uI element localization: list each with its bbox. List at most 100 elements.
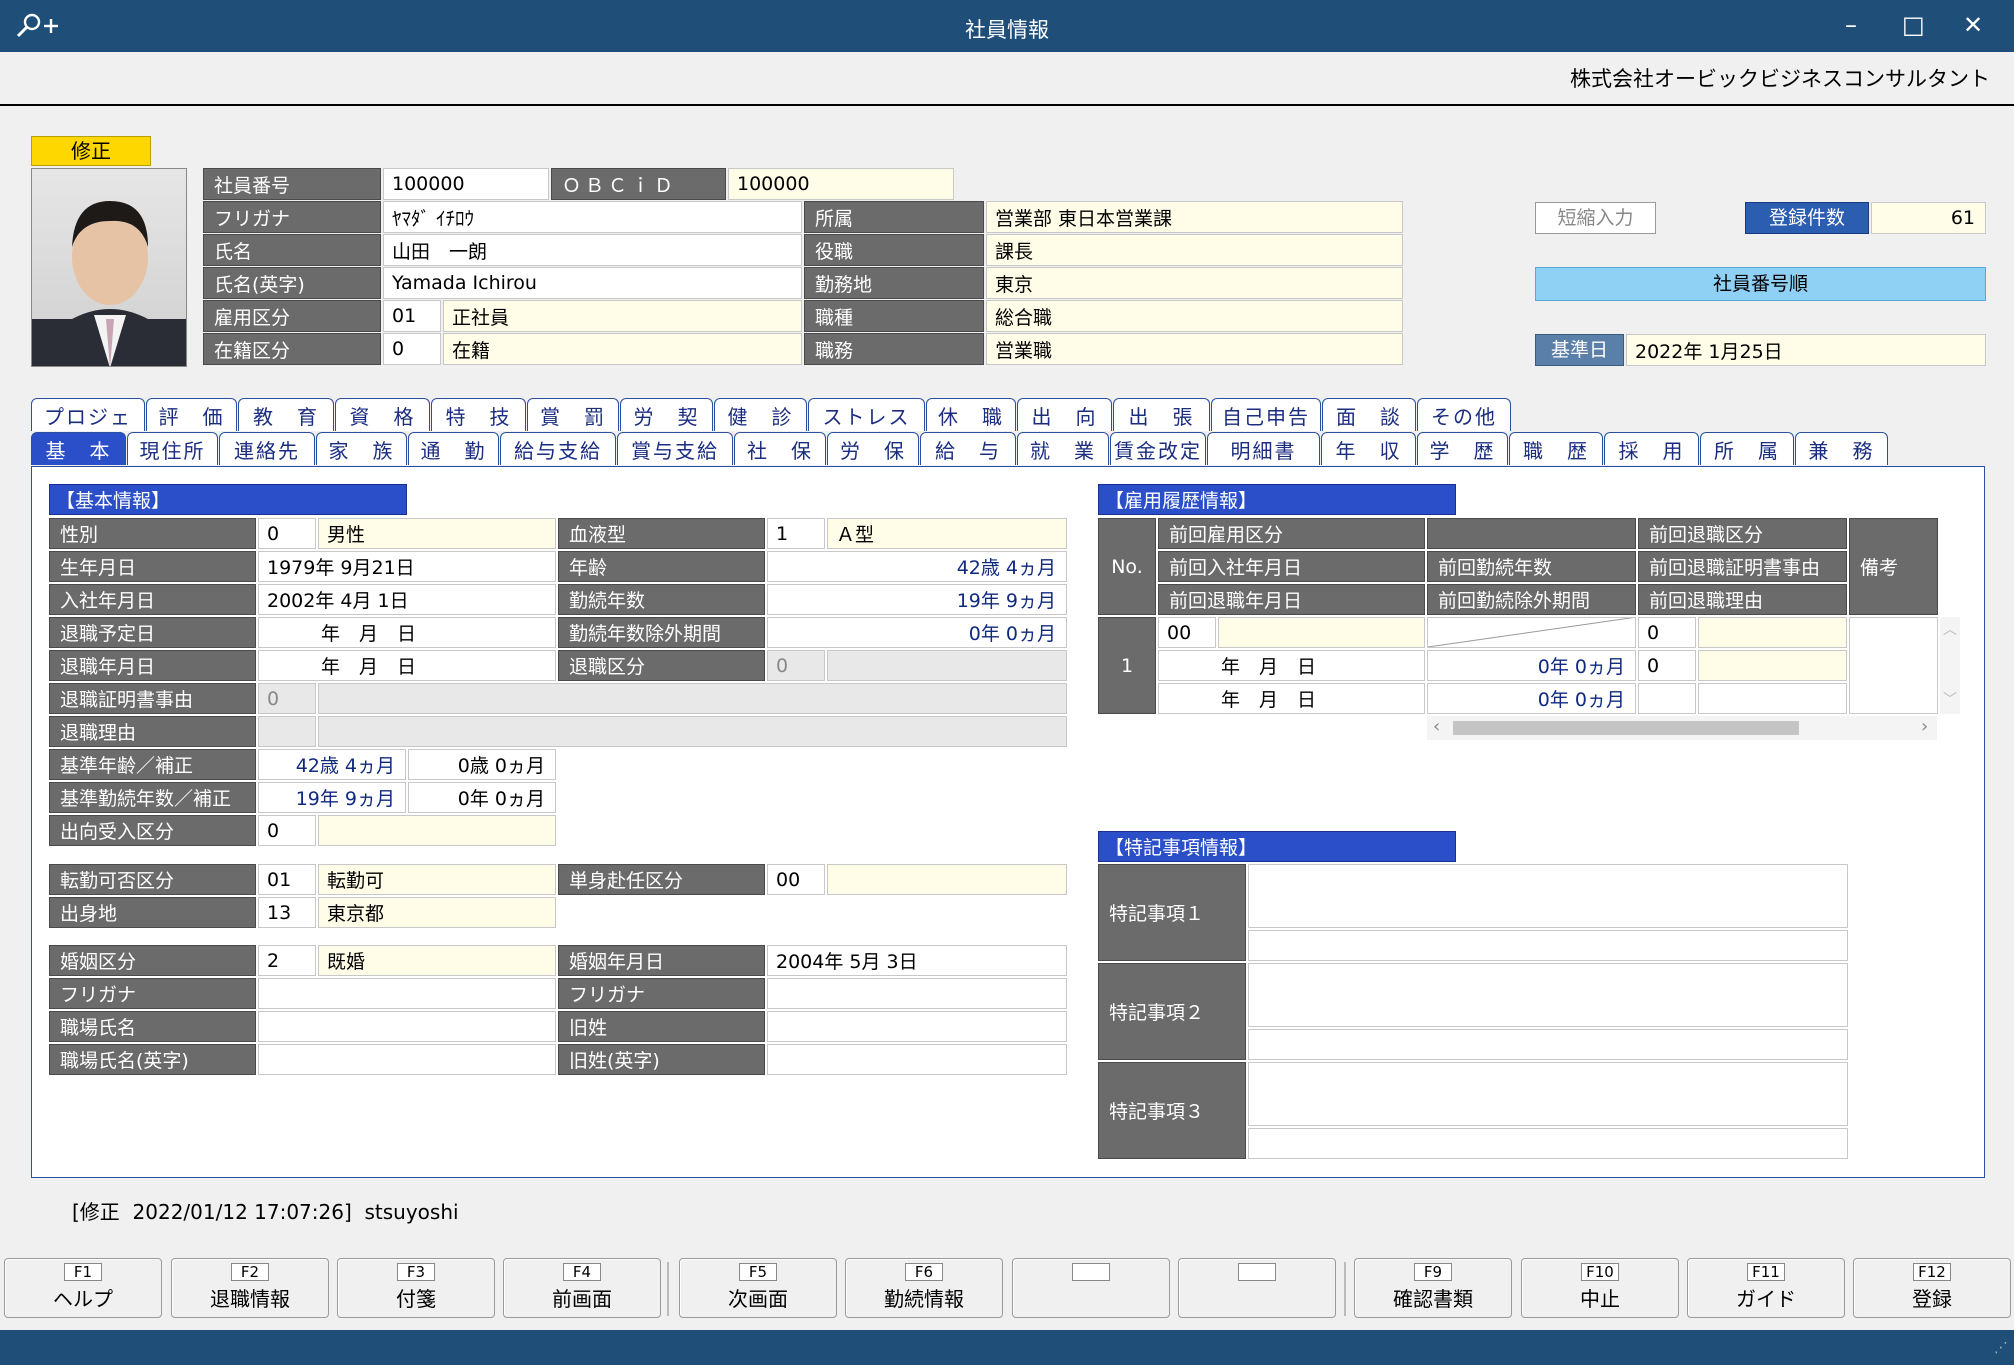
tab-9[interactable]: ストレス: [808, 398, 925, 431]
history-vscrollbar[interactable]: ︿ ﹀: [1940, 617, 1960, 714]
tab-2-15[interactable]: 学 歴: [1417, 432, 1508, 465]
emp-no-label: 社員番号: [203, 168, 381, 200]
note1-field[interactable]: [1248, 864, 1848, 928]
history-join-field[interactable]: 年 月 日: [1158, 650, 1425, 681]
tab-8[interactable]: 健 診: [714, 398, 807, 431]
minimize-button[interactable]: –: [1845, 12, 1857, 38]
fkey-button-8[interactable]: [1178, 1258, 1336, 1318]
tab-3[interactable]: 教 育: [238, 398, 334, 431]
base-date-field[interactable]: 2022年 1月25日: [1626, 334, 1986, 366]
history-reason-code[interactable]: [1638, 683, 1696, 714]
history-retire-field[interactable]: 年 月 日: [1158, 683, 1425, 714]
tab-2-14[interactable]: 年 収: [1321, 432, 1416, 465]
tab-2[interactable]: 評 価: [146, 398, 237, 431]
note2-field[interactable]: [1248, 963, 1848, 1027]
tab-2-6[interactable]: 給与支給: [500, 432, 616, 465]
tab-2-13[interactable]: 明細書: [1207, 432, 1320, 465]
work-name-en-field[interactable]: [258, 1044, 556, 1075]
note3-sub-field[interactable]: [1248, 1128, 1848, 1159]
scroll-right-icon[interactable]: ›: [1921, 716, 1928, 737]
sex-code[interactable]: 0: [258, 518, 316, 549]
tab-2-19[interactable]: 兼 務: [1795, 432, 1888, 465]
fkey-button-2[interactable]: F2 退職情報: [171, 1258, 329, 1318]
blood-code[interactable]: 1: [767, 518, 825, 549]
tab-2-11[interactable]: 就 業: [1017, 432, 1109, 465]
tab-12[interactable]: 出 張: [1113, 398, 1210, 431]
close-button[interactable]: ✕: [1963, 12, 1983, 38]
status-code[interactable]: 0: [383, 333, 441, 365]
tab-10[interactable]: 休 職: [926, 398, 1016, 431]
tab-2-9[interactable]: 労 保: [827, 432, 919, 465]
birth-field[interactable]: 1979年 9月21日: [258, 551, 556, 582]
note1-sub-field[interactable]: [1248, 930, 1848, 961]
fkey-button-7[interactable]: [1012, 1258, 1170, 1318]
tab-2-12[interactable]: 賃金改定: [1110, 432, 1206, 465]
fkey-button-1[interactable]: F1 ヘルプ: [4, 1258, 162, 1318]
fkey-button-5[interactable]: F5 次画面: [679, 1258, 837, 1318]
history-hscrollbar[interactable]: ‹ ›: [1427, 716, 1937, 740]
tab-2-18[interactable]: 所 属: [1700, 432, 1794, 465]
tab-15[interactable]: その他: [1417, 398, 1511, 431]
marriage-date-field[interactable]: 2004年 5月 3日: [767, 945, 1067, 976]
fkey-button-9[interactable]: F9 確認書類: [1354, 1258, 1512, 1318]
short-input-button[interactable]: 短縮入力: [1535, 202, 1656, 234]
order-selector[interactable]: 社員番号順: [1535, 267, 1986, 301]
history-retire-type-code[interactable]: 0: [1638, 617, 1696, 648]
note3-field[interactable]: [1248, 1062, 1848, 1126]
old-name-field[interactable]: [767, 1011, 1067, 1042]
old-name-en-field[interactable]: [767, 1044, 1067, 1075]
maximize-button[interactable]: □: [1902, 12, 1925, 38]
name-en-field[interactable]: Yamada Ichirou: [383, 267, 802, 299]
tab-1[interactable]: プロジェ: [31, 398, 145, 431]
count-label: 登録件数: [1745, 202, 1869, 234]
tab-11[interactable]: 出 向: [1017, 398, 1112, 431]
tab-2-4[interactable]: 家 族: [316, 432, 407, 465]
history-note-field[interactable]: [1849, 617, 1938, 714]
fkey-button-6[interactable]: F6 勤続情報: [845, 1258, 1003, 1318]
tab-2-8[interactable]: 社 保: [734, 432, 826, 465]
fkey-button-12[interactable]: F12 登録: [1853, 1258, 2011, 1318]
tab-13[interactable]: 自己申告: [1211, 398, 1321, 431]
kana1-field[interactable]: [258, 978, 556, 1009]
tab-2-5[interactable]: 通 勤: [408, 432, 499, 465]
emp-type-code[interactable]: 01: [383, 300, 441, 332]
name-field[interactable]: 山田 一朗: [383, 234, 802, 266]
base-age-adj-field[interactable]: 0歳 0ヵ月: [408, 749, 556, 780]
secondment-code[interactable]: 0: [258, 815, 316, 846]
tab-2-10[interactable]: 給 与: [920, 432, 1016, 465]
transfer-code[interactable]: 01: [258, 864, 316, 895]
retire-field[interactable]: 年 月 日: [258, 650, 556, 681]
work-name-field[interactable]: [258, 1011, 556, 1042]
scroll-thumb[interactable]: [1453, 721, 1799, 735]
tab-2-17[interactable]: 採 用: [1604, 432, 1699, 465]
tab-2-16[interactable]: 職 歴: [1509, 432, 1603, 465]
join-field[interactable]: 2002年 4月 1日: [258, 584, 556, 615]
fkey-button-4[interactable]: F4 前画面: [503, 1258, 661, 1318]
emp-no-field[interactable]: 100000: [383, 168, 549, 200]
tab-7[interactable]: 労 契: [620, 398, 713, 431]
tab-2-3[interactable]: 連絡先: [219, 432, 315, 465]
fkey-button-11[interactable]: F11 ガイド: [1687, 1258, 1845, 1318]
tab-6[interactable]: 賞 罰: [527, 398, 619, 431]
kana2-field[interactable]: [767, 978, 1067, 1009]
base-years-adj-field[interactable]: 0年 0ヵ月: [408, 782, 556, 813]
history-emp-type-code[interactable]: 00: [1158, 617, 1216, 648]
tab-2-1[interactable]: 基 本: [31, 432, 126, 465]
scroll-left-icon[interactable]: ‹: [1433, 716, 1440, 737]
plan-retire-field[interactable]: 年 月 日: [258, 617, 556, 648]
plan-retire-label: 退職予定日: [49, 617, 256, 648]
origin-code[interactable]: 13: [258, 897, 316, 928]
fkey-button-10[interactable]: F10 中止: [1521, 1258, 1679, 1318]
tab-2-2[interactable]: 現住所: [127, 432, 218, 465]
marriage-code[interactable]: 2: [258, 945, 316, 976]
tab-2-7[interactable]: 賞与支給: [617, 432, 733, 465]
resize-grip-icon[interactable]: ⋰: [1994, 1340, 2008, 1356]
kana-field[interactable]: ﾔﾏﾀﾞ ｲﾁﾛｳ: [383, 201, 802, 233]
single-code[interactable]: 00: [767, 864, 825, 895]
fkey-button-3[interactable]: F3 付箋: [337, 1258, 495, 1318]
note2-sub-field[interactable]: [1248, 1029, 1848, 1060]
tab-5[interactable]: 特 技: [431, 398, 526, 431]
tab-4[interactable]: 資 格: [335, 398, 430, 431]
history-cert-code[interactable]: 0: [1638, 650, 1696, 681]
tab-14[interactable]: 面 談: [1322, 398, 1416, 431]
